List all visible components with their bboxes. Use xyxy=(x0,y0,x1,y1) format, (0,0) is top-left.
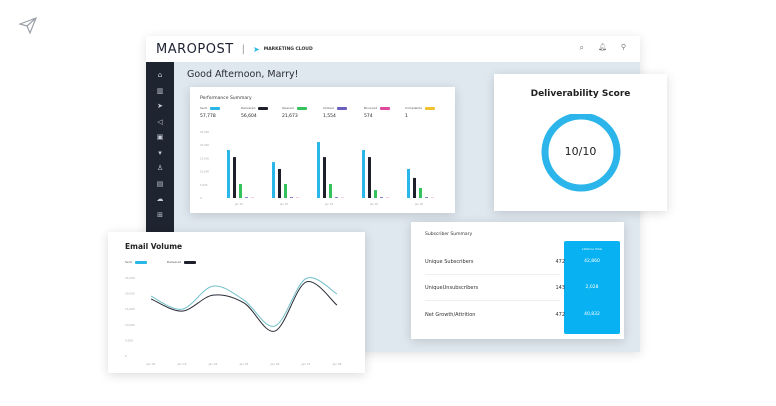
y-tick-label: 10,000 xyxy=(200,170,209,174)
bar-delivered xyxy=(413,177,416,198)
deliverability-score-card: Deliverability Score 10/10 xyxy=(494,74,667,211)
x-tick-label: Jan 02 xyxy=(234,202,243,206)
y-tick-label: 5,000 xyxy=(200,183,208,187)
performance-summary-card: Performance Summary Sent 57,778 Delivered 5… xyxy=(190,87,455,213)
home-icon[interactable]: ⌂ xyxy=(158,70,162,81)
subscriber-summary-card: Subscriber Summary Lifetime Total 42,860… xyxy=(411,222,624,339)
divider xyxy=(425,274,560,275)
user-icon[interactable]: ♙ xyxy=(157,163,163,174)
bar-sent xyxy=(362,149,365,198)
bar-clicked xyxy=(335,197,338,198)
y-tick-label: 0 xyxy=(125,354,127,358)
megaphone-icon[interactable]: ◁ xyxy=(157,117,162,128)
card-title: Deliverability Score xyxy=(530,89,631,99)
header-icons: ⌕ 🔔︎ ⚲ xyxy=(579,43,626,53)
y-tick-label: 15,000 xyxy=(125,307,135,311)
bar-opened xyxy=(239,184,242,198)
x-tick-label: Jan 08 xyxy=(332,362,342,366)
bar-delivered xyxy=(368,157,371,198)
paper-plane-icon[interactable]: ➤ xyxy=(157,101,163,112)
bar-clicked xyxy=(380,197,383,198)
x-tick-label: Jan 06 xyxy=(270,362,280,366)
total-value: 40,832 xyxy=(584,312,600,317)
funnel-icon[interactable]: ▾ xyxy=(158,148,162,159)
divider xyxy=(425,300,560,301)
x-tick-label: Jan 05 xyxy=(369,202,378,206)
bar-delivered xyxy=(323,157,326,198)
y-tick-label: 10,000 xyxy=(125,323,135,327)
subscriber-row: Net Growth/Attrition 472 xyxy=(425,312,565,318)
x-tick-label: Jan 02 xyxy=(146,362,156,366)
row-label: Net Growth/Attrition xyxy=(425,312,476,318)
location-pin-icon[interactable]: ⚲ xyxy=(621,43,626,53)
x-tick-label: Jan 04 xyxy=(208,362,218,366)
column-header: Lifetime Total xyxy=(581,247,603,251)
x-tick-label: Jan 03 xyxy=(177,362,187,366)
y-tick-label: 0 xyxy=(200,196,202,200)
y-tick-label: 20,000 xyxy=(200,143,209,147)
row-label: Unique Subscribers xyxy=(425,259,474,265)
x-tick-label: Jan 03 xyxy=(279,202,288,206)
bar-sent xyxy=(317,142,320,198)
bar-clicked xyxy=(290,197,293,198)
total-value: 2,028 xyxy=(585,285,599,290)
y-tick-label: 20,000 xyxy=(125,292,135,296)
maropost-logo[interactable]: MAROPOST xyxy=(156,42,234,57)
x-tick-label: Jan 07 xyxy=(301,362,311,366)
score-value: 10/10 xyxy=(564,145,597,158)
lifetime-total-column: Lifetime Total 42,860 2,028 40,832 xyxy=(564,241,620,334)
bar-sent xyxy=(407,168,410,198)
x-tick-label: Jan 06 xyxy=(414,202,423,206)
total-value: 42,860 xyxy=(584,259,600,264)
cloud-icon[interactable]: ☁ xyxy=(157,194,164,205)
bar-opened xyxy=(329,184,332,198)
bar-chart-icon[interactable]: ▥ xyxy=(157,86,164,97)
bar-delivered xyxy=(278,168,281,198)
divider: | xyxy=(241,43,246,55)
search-icon[interactable]: ⌕ xyxy=(579,43,583,53)
bar-opened xyxy=(374,190,377,198)
x-tick-label: Jan 05 xyxy=(239,362,249,366)
bar-opened xyxy=(419,187,422,198)
line-sent xyxy=(150,277,338,327)
row-label: UniqueUnsubscribers xyxy=(425,285,479,291)
subscriber-row: UniqueUnsubscribers 143 xyxy=(425,285,565,291)
x-tick-label: Jan 04 xyxy=(324,202,333,206)
sidebar: ⌂ ▥ ➤ ◁ ▣ ▾ ♙ ▤ ☁ ⊞ xyxy=(146,62,174,232)
line-delivered xyxy=(150,281,338,332)
top-header: MAROPOST | ➤ MARKETING CLOUD ⌕ 🔔︎ ⚲ xyxy=(146,36,640,62)
bar-delivered xyxy=(233,157,236,198)
bell-icon[interactable]: 🔔︎ xyxy=(598,43,607,53)
briefcase-icon[interactable]: ▣ xyxy=(157,132,164,143)
bar-opened xyxy=(284,184,287,198)
performance-bar-chart: 25,000 20,000 15,000 10,000 5,000 0 Jan 02 Jan … xyxy=(200,130,434,206)
cart-icon[interactable]: ⊞ xyxy=(157,210,163,221)
bar-sent xyxy=(227,149,230,198)
bar-sent xyxy=(272,162,275,198)
y-tick-label: 5,000 xyxy=(125,338,133,342)
y-tick-label: 25,000 xyxy=(125,276,135,280)
y-tick-label: 25,000 xyxy=(200,130,209,134)
email-volume-line-chart: 25,000 20,000 15,000 10,000 5,000 0 Jan 02 Jan … xyxy=(125,276,342,366)
image-icon[interactable]: ▤ xyxy=(157,179,164,190)
greeting: Good Afternoon, Marry! xyxy=(187,69,299,80)
y-tick-label: 15,000 xyxy=(200,156,209,160)
bar-clicked xyxy=(245,197,248,198)
paper-plane-icon: ➤ xyxy=(253,44,260,54)
card-title: Subscriber Summary xyxy=(425,232,473,237)
product-name: MARKETING CLOUD xyxy=(263,46,313,52)
bar-clicked xyxy=(425,197,428,198)
row-value: 472 xyxy=(555,312,565,318)
row-value: 472 xyxy=(555,259,565,265)
row-value: 143 xyxy=(555,285,565,291)
email-volume-card: Email Volume Sent Delivered 25,000 20,000 1… xyxy=(108,232,365,373)
paper-plane-icon xyxy=(18,16,38,34)
subscriber-row: Unique Subscribers 472 xyxy=(425,259,565,265)
